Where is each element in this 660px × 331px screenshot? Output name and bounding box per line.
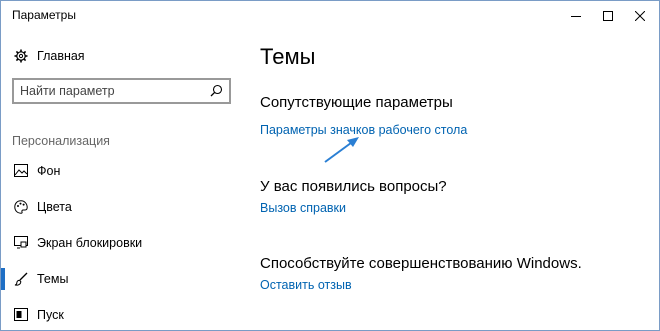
sidebar-home-label: Главная: [37, 49, 85, 63]
title-bar[interactable]: Параметры: [1, 1, 659, 31]
maximize-icon: [603, 11, 613, 21]
search-input[interactable]: [14, 80, 210, 102]
palette-icon: [14, 200, 28, 214]
sidebar: Главная Персонализация Фон Цвета: [1, 31, 241, 330]
close-button[interactable]: [617, 1, 659, 31]
minimize-icon: [571, 16, 581, 17]
section-heading-feedback: Способствуйте совершенствованию Windows.: [260, 255, 582, 272]
sidebar-item-background[interactable]: Фон: [1, 156, 241, 186]
section-heading-questions: У вас появились вопросы?: [260, 178, 447, 195]
annotation-arrow-icon: [324, 137, 359, 163]
sidebar-item-colors[interactable]: Цвета: [1, 192, 241, 222]
give-feedback-link[interactable]: Оставить отзыв: [260, 278, 352, 292]
settings-window: Параметры Главная Найти параметр Персона…: [0, 0, 660, 331]
window-title: Параметры: [12, 8, 76, 22]
sidebar-item-label: Фон: [37, 164, 61, 178]
lock-screen-icon: [14, 236, 28, 249]
close-icon: [635, 11, 645, 21]
sidebar-item-lock-screen[interactable]: Экран блокировки: [1, 228, 241, 258]
sidebar-item-start[interactable]: Пуск: [1, 300, 241, 330]
sidebar-item-label: Экран блокировки: [37, 236, 143, 250]
sidebar-item-themes[interactable]: Темы: [1, 264, 241, 294]
selected-indicator: [1, 268, 5, 290]
sidebar-item-label: Цвета: [37, 200, 72, 214]
start-icon: [14, 308, 28, 321]
page-title: Темы: [260, 44, 316, 69]
sidebar-item-label: Темы: [37, 272, 69, 286]
section-heading-related: Сопутствующие параметры: [260, 94, 453, 111]
search-icon[interactable]: [210, 84, 223, 97]
main-content: Темы Сопутствующие параметры Параметры з…: [241, 31, 659, 330]
get-help-link[interactable]: Вызов справки: [260, 201, 346, 215]
section-header-personalization: Персонализация: [12, 134, 110, 148]
picture-icon: [14, 164, 28, 177]
search-box[interactable]: [12, 78, 231, 104]
sidebar-item-label: Пуск: [37, 308, 64, 322]
gear-icon: [14, 49, 28, 63]
desktop-icon-settings-link[interactable]: Параметры значков рабочего стола: [260, 123, 467, 137]
sidebar-item-home[interactable]: Главная: [1, 43, 241, 71]
brush-icon: [14, 272, 28, 286]
